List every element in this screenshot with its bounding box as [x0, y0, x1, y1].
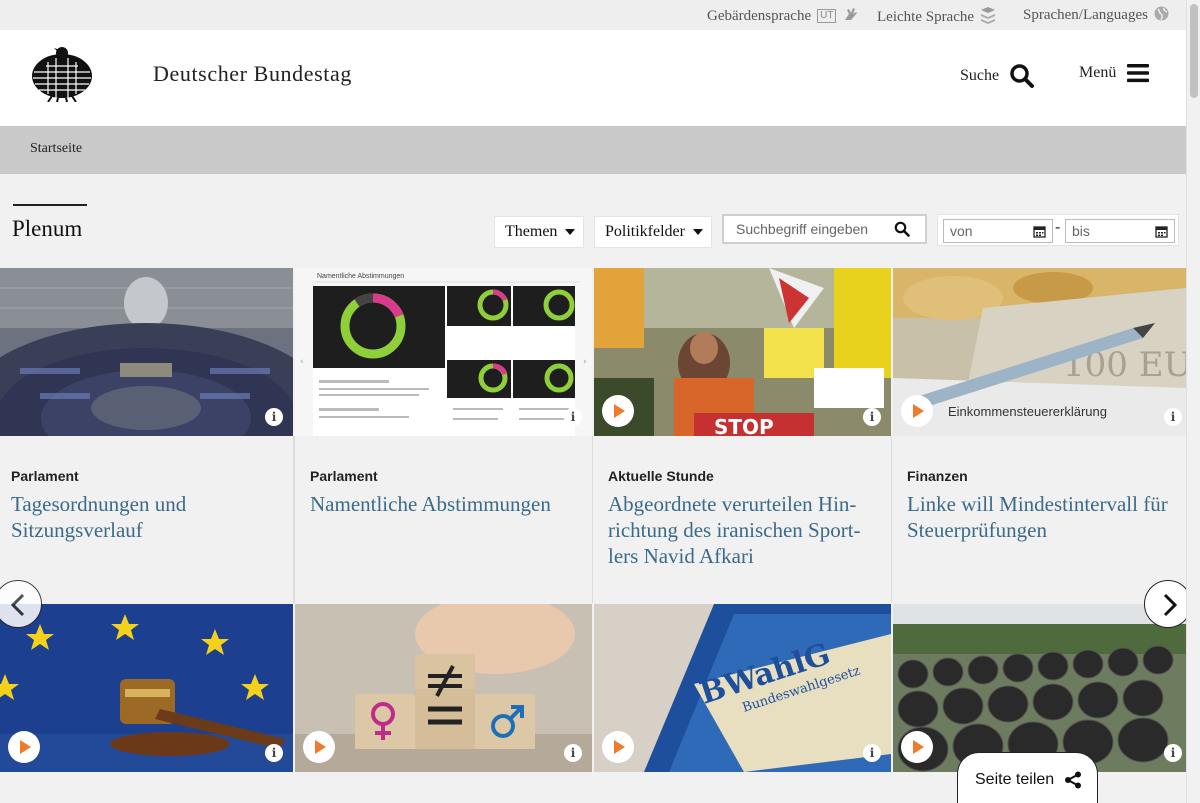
play-icon[interactable]	[8, 731, 40, 763]
teaser-card[interactable]: i Parlament Tagesordnungen und Sitzungsv…	[0, 268, 294, 603]
teaser-card[interactable]: i	[0, 604, 294, 803]
teaser-headline[interactable]: Abgeordnete verurteilen Hin­richtung des…	[608, 491, 878, 569]
date-to-field[interactable]	[1065, 219, 1175, 243]
share-label: Seite teilen	[975, 771, 1055, 788]
chevron-left-icon	[10, 593, 25, 617]
teaser-category: Parlament	[310, 468, 378, 484]
thumb-vote-title: Namentliche Abstimmungen	[317, 273, 404, 280]
date-separator: -	[1055, 219, 1061, 236]
sign-badge: UT	[817, 9, 837, 23]
breadcrumb: Startseite	[0, 126, 1186, 174]
teaser-category: Parlament	[11, 468, 79, 484]
teaser-headline[interactable]: Linke will Mindestintervall für Steuerpr…	[907, 491, 1177, 543]
date-from-input[interactable]	[950, 223, 1020, 239]
share-page-button[interactable]: Seite teilen	[957, 752, 1098, 803]
play-icon[interactable]	[901, 395, 933, 427]
teaser-text: Parlament Namentliche Abstimmungen	[294, 436, 593, 603]
hand-icon	[842, 6, 858, 26]
voting-page-image: Namentliche Abstimmungen ‹ › i	[295, 268, 592, 436]
teaser-headline[interactable]: Namentliche Abstimmungen	[310, 491, 580, 517]
teaser-card[interactable]: 100 EURO Einkommensteuererklärung i Fina…	[892, 268, 1186, 603]
languages-label: Sprachen/Languages	[1023, 7, 1148, 23]
easy-language-link[interactable]: Leichte Sprache	[877, 6, 996, 28]
page-scrollbar[interactable]	[1186, 0, 1200, 803]
teaser-category: Finanzen	[907, 468, 968, 484]
info-icon[interactable]: i	[863, 744, 881, 762]
teaser-text: Aktuelle Stunde Abgeordnete verurteilen …	[593, 436, 892, 603]
keyword-search-input[interactable]	[724, 221, 894, 237]
thumb-tax-text: Einkommensteuererklärung	[948, 404, 1107, 419]
calendar-icon[interactable]	[1033, 225, 1046, 238]
teaser-headline[interactable]: Tagesordnungen und Sitzungsverlauf	[11, 491, 281, 543]
gender-equality-image: i	[295, 604, 592, 772]
info-icon[interactable]: i	[1164, 744, 1182, 762]
service-bar: Gebärdensprache UT Leichte Sprache Sprac…	[0, 0, 1186, 30]
federal-eagle-logo[interactable]	[30, 44, 94, 102]
policy-dropdown-label: Politikfelder	[605, 223, 685, 240]
info-icon[interactable]: i	[564, 408, 582, 426]
globe-icon	[1154, 6, 1169, 25]
chevron-right-icon	[1163, 593, 1178, 617]
plenary-hall-image: i	[0, 268, 293, 436]
easy-language-label: Leichte Sprache	[877, 8, 975, 25]
calendar-icon[interactable]	[1155, 225, 1168, 238]
site-title[interactable]: Deutscher Bundestag	[153, 61, 352, 87]
teaser-category: Aktuelle Stunde	[608, 468, 714, 484]
svg-text:‹: ‹	[300, 357, 304, 367]
svg-text:›: ›	[583, 357, 587, 367]
tax-form-image: 100 EURO Einkommensteuererklärung i	[893, 268, 1186, 436]
play-icon[interactable]	[303, 731, 335, 763]
teaser-card[interactable]: BWahlG Bundeswahlgesetz i	[593, 604, 892, 803]
teaser-text: Parlament Tagesordnungen und Sitzungsver…	[0, 436, 294, 603]
carousel-next-button[interactable]	[1144, 580, 1192, 628]
protest-image: STOP i	[594, 268, 891, 436]
teaser-card[interactable]: i	[294, 604, 593, 803]
menu-label: Menü	[1079, 64, 1117, 81]
info-icon[interactable]: i	[863, 408, 881, 426]
election-law-book-image: BWahlG Bundeswahlgesetz i	[594, 604, 891, 772]
teaser-card[interactable]: Namentliche Abstimmungen ‹ › i Parlament…	[294, 268, 593, 603]
languages-link[interactable]: Sprachen/Languages	[1023, 6, 1169, 25]
play-icon[interactable]	[901, 731, 933, 763]
pipeline-image: i	[893, 604, 1186, 772]
info-icon[interactable]: i	[564, 744, 582, 762]
menu-button[interactable]: Menü	[1079, 63, 1150, 83]
info-icon[interactable]: i	[1164, 408, 1182, 426]
date-to-input[interactable]	[1072, 223, 1142, 239]
sign-language-label: Gebärdensprache	[707, 7, 812, 24]
site-header: Deutscher Bundestag Suche Menü	[0, 30, 1186, 126]
caret-down-icon	[692, 229, 703, 235]
info-icon[interactable]: i	[265, 408, 283, 426]
topics-dropdown-label: Themen	[505, 223, 558, 240]
play-icon[interactable]	[602, 395, 634, 427]
date-range: -	[937, 214, 1179, 246]
share-icon	[1065, 771, 1082, 789]
search-button[interactable]: Suche	[960, 63, 1035, 89]
info-icon[interactable]: i	[265, 744, 283, 762]
keyword-search	[722, 214, 927, 244]
gavel-eu-flag-image: i	[0, 604, 293, 772]
play-icon[interactable]	[602, 731, 634, 763]
title-rule	[13, 204, 87, 206]
search-label: Suche	[960, 67, 1000, 84]
search-icon	[1010, 64, 1035, 88]
topics-dropdown[interactable]: Themen	[494, 216, 584, 248]
page-title: Plenum	[12, 216, 83, 241]
thumb-stop-text: STOP	[714, 415, 774, 436]
caret-down-icon	[565, 229, 576, 235]
sign-language-link[interactable]: Gebärdensprache UT	[707, 6, 858, 26]
policy-dropdown[interactable]: Politikfelder	[594, 216, 712, 248]
teaser-card[interactable]: STOP i Aktuelle Stunde Abgeordnete verur…	[593, 268, 892, 603]
date-from-field[interactable]	[943, 219, 1053, 243]
scrollbar-thumb[interactable]	[1190, 4, 1198, 98]
book-stack-icon	[980, 6, 996, 28]
teaser-text: Finanzen Linke will Mindestintervall für…	[892, 436, 1186, 603]
search-icon[interactable]	[894, 221, 910, 237]
breadcrumb-home[interactable]: Startseite	[30, 141, 82, 157]
hamburger-icon	[1127, 64, 1150, 83]
